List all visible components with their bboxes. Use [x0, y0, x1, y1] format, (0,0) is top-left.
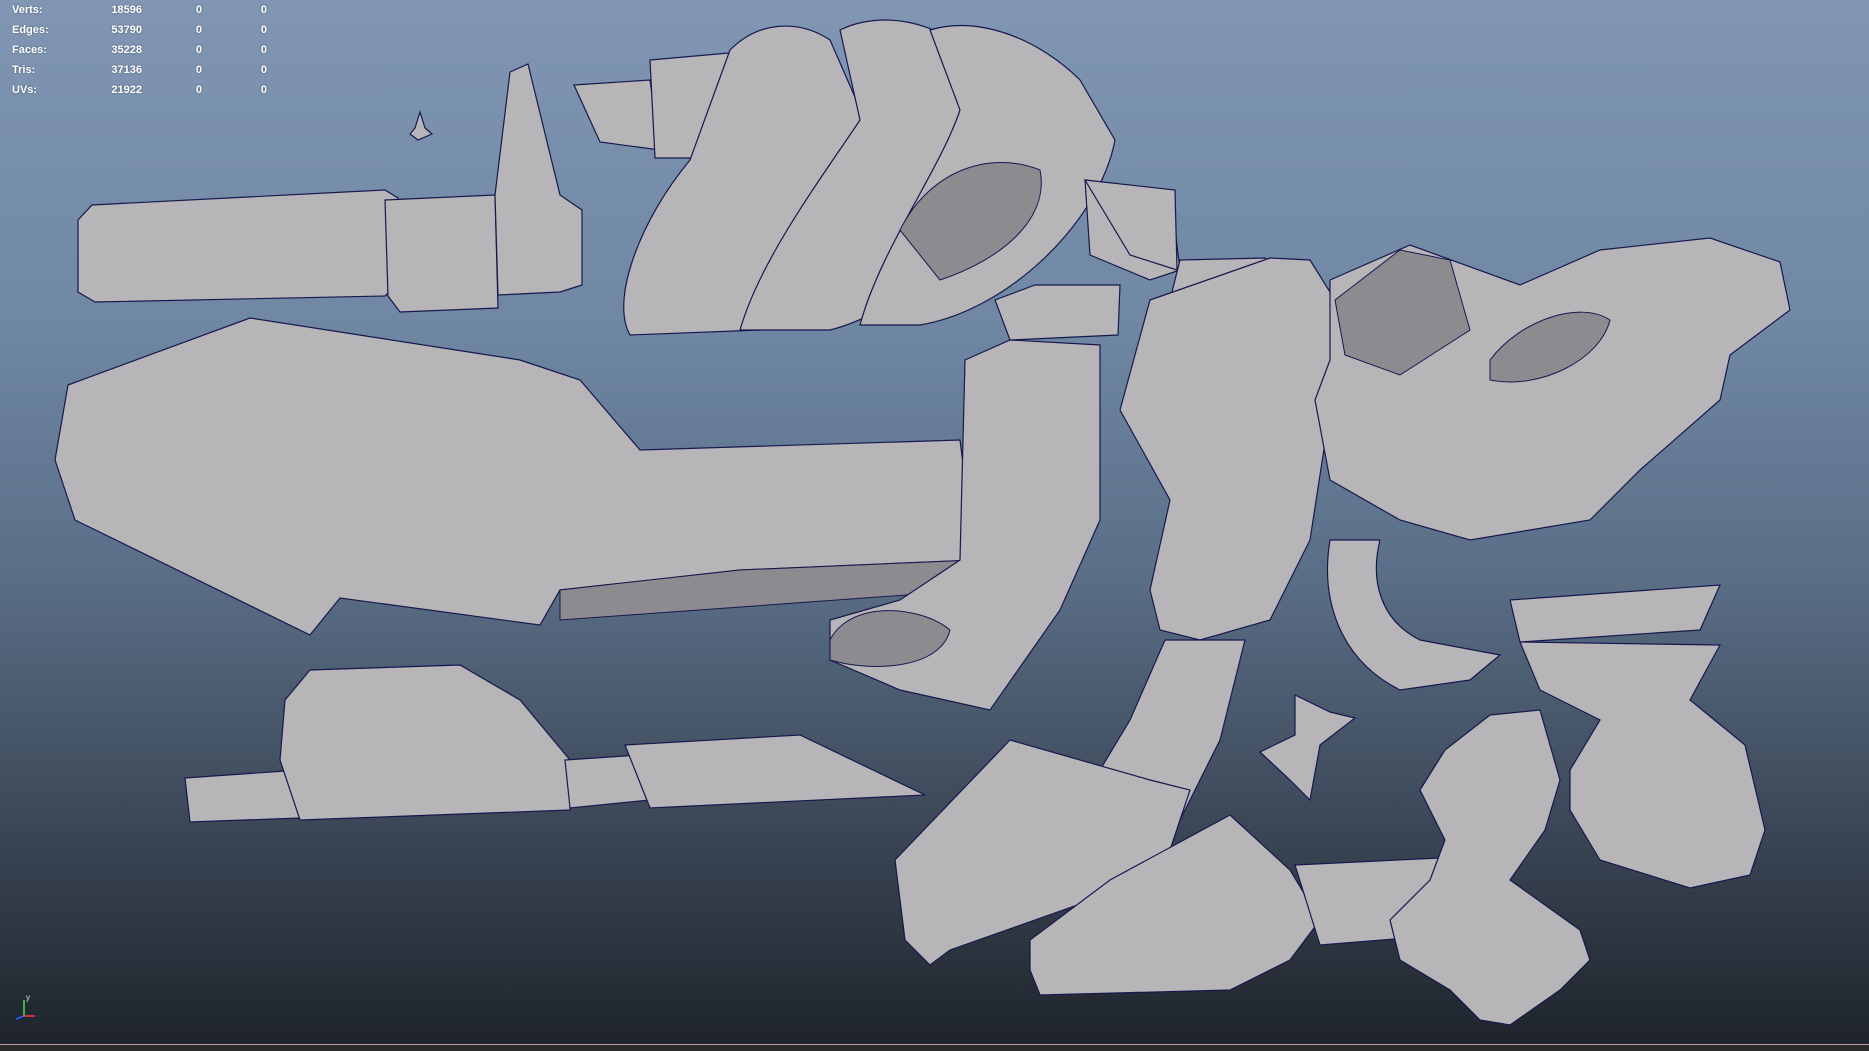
tiny-screw-part [409, 109, 434, 141]
hud-uv-selected-value: 0 [260, 84, 267, 96]
3d-viewport[interactable]: Verts: 18596 0 0 Edges: 53790 0 0 Faces:… [0, 0, 1869, 1050]
hud-label: Tris: [12, 64, 36, 76]
hud-row-tris: Tris: 37136 0 0 [12, 60, 267, 80]
hud-label: Faces: [12, 44, 47, 56]
slide-lower-part[interactable] [184, 664, 926, 823]
hud-label: Verts: [12, 4, 43, 16]
hud-uv-selected-value: 0 [260, 44, 267, 56]
hud-row-uvs: UVs: 21922 0 0 [12, 80, 267, 100]
hud-label: Edges: [12, 24, 49, 36]
hud-selected-value: 0 [195, 4, 202, 16]
hud-selected-value: 0 [195, 44, 202, 56]
hud-value: 35228 [111, 44, 142, 56]
small-wedge-part [1258, 694, 1357, 802]
hud-selected-value: 0 [195, 84, 202, 96]
hud-uv-selected-value: 0 [260, 4, 267, 16]
heads-up-poly-count-display: Verts: 18596 0 0 Edges: 53790 0 0 Faces:… [12, 0, 267, 100]
hud-label: UVs: [12, 84, 38, 96]
hud-selected-value: 0 [195, 64, 202, 76]
axis-y-label: y [26, 993, 30, 1002]
hud-value: 37136 [111, 64, 142, 76]
hud-uv-selected-value: 0 [260, 24, 267, 36]
hud-value: 21922 [111, 84, 142, 96]
receiver-body-part[interactable] [54, 284, 1121, 711]
hud-value: 53790 [111, 24, 142, 36]
barrel-part[interactable] [77, 63, 583, 313]
hud-selected-value: 0 [195, 24, 202, 36]
wireframe-mesh-parts[interactable] [0, 0, 1869, 1050]
hud-row-verts: Verts: 18596 0 0 [12, 0, 267, 20]
hud-row-edges: Edges: 53790 0 0 [12, 20, 267, 40]
xyz-axis-gizmo-icon: y [15, 993, 35, 1020]
hud-row-faces: Faces: 35228 0 0 [12, 40, 267, 60]
hud-uv-selected-value: 0 [260, 64, 267, 76]
hud-value: 18596 [111, 4, 142, 16]
grip-panel-part[interactable] [1509, 584, 1766, 889]
grip-stock-part[interactable] [894, 709, 1591, 1026]
